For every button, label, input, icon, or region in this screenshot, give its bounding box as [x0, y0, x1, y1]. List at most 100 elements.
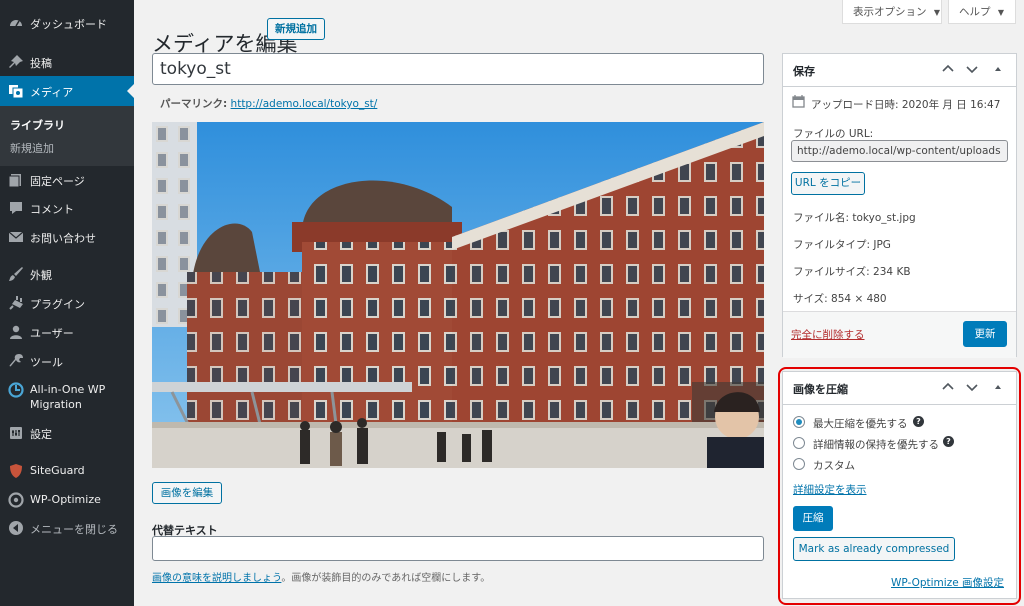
sidebar-item-label-line2: Migration — [30, 398, 82, 411]
radio-max-compression[interactable] — [793, 416, 805, 428]
sidebar-item-label: ユーザー — [30, 327, 74, 340]
settings-icon — [10, 427, 22, 439]
permalink-link[interactable]: http://ademo.local/tokyo_st/ — [231, 98, 378, 110]
option-max-compression-label: 最大圧縮を優先する — [813, 418, 908, 430]
submenu-item-add-new[interactable]: 新規追加 — [10, 140, 54, 156]
siteguard-icon — [10, 464, 22, 478]
alt-text-input[interactable] — [152, 536, 764, 561]
chevron-up-icon[interactable] — [941, 62, 955, 76]
sidebar-item-label: ダッシュボード — [30, 18, 107, 31]
sidebar-item-tools[interactable]: ツール — [0, 346, 134, 376]
add-new-button[interactable]: 新規追加 — [267, 18, 325, 40]
sidebar-item-label: 設定 — [30, 428, 52, 441]
screen-options-label: 表示オプション — [853, 6, 927, 18]
postbox-header: 画像を圧縮 — [783, 372, 1016, 405]
major-publishing-actions: 完全に削除する 更新 — [783, 311, 1016, 358]
upload-date: アップロード日時: 2020年 月 日 16:47 — [811, 99, 1001, 111]
sidebar-item-comments[interactable]: コメント — [0, 193, 134, 223]
dashboard-icon — [10, 20, 22, 27]
chevron-down-icon[interactable] — [965, 380, 979, 394]
page-icon — [8, 174, 21, 188]
alt-text-help-link[interactable]: 画像の意味を説明しましょう — [152, 573, 281, 584]
toggle-panel-icon[interactable] — [991, 380, 1005, 394]
radio-keep-details[interactable] — [793, 437, 805, 449]
chevron-down-icon[interactable] — [965, 62, 979, 76]
admin-sidebar: ダッシュボード 投稿 メディア ライブラリ 新規追加 固定ページ コメント お問… — [0, 0, 134, 606]
mail-icon — [8, 231, 24, 242]
screen-options-tab[interactable]: 表示オプション ▼ — [842, 0, 942, 24]
help-icon[interactable]: ? — [943, 436, 954, 447]
copy-url-button[interactable]: URL をコピー — [791, 172, 865, 195]
help-label: ヘルプ — [959, 6, 991, 18]
sidebar-item-users[interactable]: ユーザー — [0, 317, 134, 347]
sidebar-item-label: メディア — [30, 86, 74, 99]
collapse-icon — [9, 521, 23, 535]
sidebar-item-migration[interactable]: All-in-One WP Migration — [0, 375, 134, 415]
submenu-item-library[interactable]: ライブラリ — [10, 117, 65, 133]
station-photo — [152, 122, 764, 468]
collapse-menu-button[interactable]: メニューを閉じる — [0, 513, 134, 543]
media-icon — [9, 85, 24, 99]
radio-custom[interactable] — [793, 458, 805, 470]
mark-as-compressed-button[interactable]: Mark as already compressed — [793, 537, 955, 561]
chevron-down-icon: ▼ — [997, 8, 1004, 17]
sidebar-item-appearance[interactable]: 外観 — [0, 259, 134, 289]
sidebar-item-label: ツール — [30, 356, 63, 369]
show-advanced-settings-link[interactable]: 詳細設定を表示 — [793, 482, 867, 497]
sidebar-item-media[interactable]: メディア — [0, 76, 134, 106]
file-url-field[interactable]: http://ademo.local/wp-content/uploads — [791, 140, 1008, 162]
sidebar-item-pages[interactable]: 固定ページ — [0, 165, 134, 195]
comment-icon — [10, 202, 22, 214]
sidebar-item-wp-optimize[interactable]: WP-Optimize — [0, 485, 134, 515]
sidebar-item-label: コメント — [30, 203, 74, 216]
chevron-down-icon: ▼ — [933, 8, 940, 17]
sidebar-item-label: プラグイン — [30, 298, 85, 311]
sidebar-item-label: 固定ページ — [30, 175, 85, 188]
compress-button[interactable]: 圧縮 — [793, 506, 833, 531]
file-name: ファイル名: tokyo_st.jpg — [793, 212, 916, 224]
sidebar-item-settings[interactable]: 設定 — [0, 418, 134, 448]
image-dimensions: サイズ: 854 × 480 — [793, 293, 887, 305]
save-postbox: 保存 アップロード日時: 2020年 月 日 16:47 ファイルの URL: … — [782, 53, 1017, 358]
chevron-up-icon[interactable] — [941, 380, 955, 394]
toggle-panel-icon[interactable] — [991, 62, 1005, 76]
sidebar-item-plugins[interactable]: プラグイン — [0, 288, 134, 318]
edit-image-button[interactable]: 画像を編集 — [152, 482, 222, 504]
media-image-preview — [152, 122, 764, 468]
file-size: ファイルサイズ: 234 KB — [793, 266, 911, 278]
alt-text-description-text: 。画像が装飾目的のみであれば空欄にします。 — [281, 573, 491, 584]
brush-icon — [9, 267, 23, 281]
media-submenu: ライブラリ 新規追加 — [0, 106, 134, 166]
wp-optimize-image-settings-link[interactable]: WP-Optimize 画像設定 — [891, 575, 1004, 590]
delete-permanently-link[interactable]: 完全に削除する — [791, 327, 865, 342]
sidebar-item-posts[interactable]: 投稿 — [0, 47, 134, 77]
sidebar-item-label: 外観 — [30, 269, 52, 282]
update-button[interactable]: 更新 — [963, 321, 1007, 347]
postbox-header: 保存 — [783, 54, 1016, 87]
sidebar-item-contact[interactable]: お問い合わせ — [0, 222, 134, 252]
help-tab[interactable]: ヘルプ ▼ — [948, 0, 1016, 24]
sidebar-item-siteguard[interactable]: SiteGuard — [0, 456, 134, 486]
compress-image-postbox: 画像を圧縮 最大圧縮を優先する ? 詳細情報の保持を優先する ? カスタム 詳細… — [782, 371, 1017, 599]
user-icon — [10, 325, 22, 339]
wrench-icon — [9, 354, 23, 367]
file-type: ファイルタイプ: JPG — [793, 239, 891, 251]
plugin-icon — [9, 296, 23, 310]
sidebar-item-label: 投稿 — [30, 57, 52, 70]
option-custom-label: カスタム — [813, 460, 855, 472]
postbox-title: 保存 — [793, 65, 815, 78]
alt-text-description: 画像の意味を説明しましょう。画像が装飾目的のみであれば空欄にします。 — [152, 569, 490, 584]
sidebar-item-label: All-in-One WP — [30, 383, 106, 396]
pushpin-icon — [9, 55, 23, 68]
sidebar-item-label: メニューを閉じる — [30, 523, 118, 536]
sidebar-item-label: WP-Optimize — [30, 493, 101, 506]
file-url-label: ファイルの URL: — [793, 128, 874, 140]
sidebar-item-label: SiteGuard — [30, 464, 85, 477]
migration-icon — [8, 382, 24, 398]
media-title-input[interactable] — [152, 53, 764, 85]
help-icon[interactable]: ? — [913, 416, 924, 427]
sidebar-item-dashboard[interactable]: ダッシュボード — [0, 8, 134, 38]
sidebar-item-label: お問い合わせ — [30, 232, 96, 245]
wp-optimize-icon — [8, 492, 24, 508]
permalink-label: パーマリンク: — [160, 98, 228, 110]
